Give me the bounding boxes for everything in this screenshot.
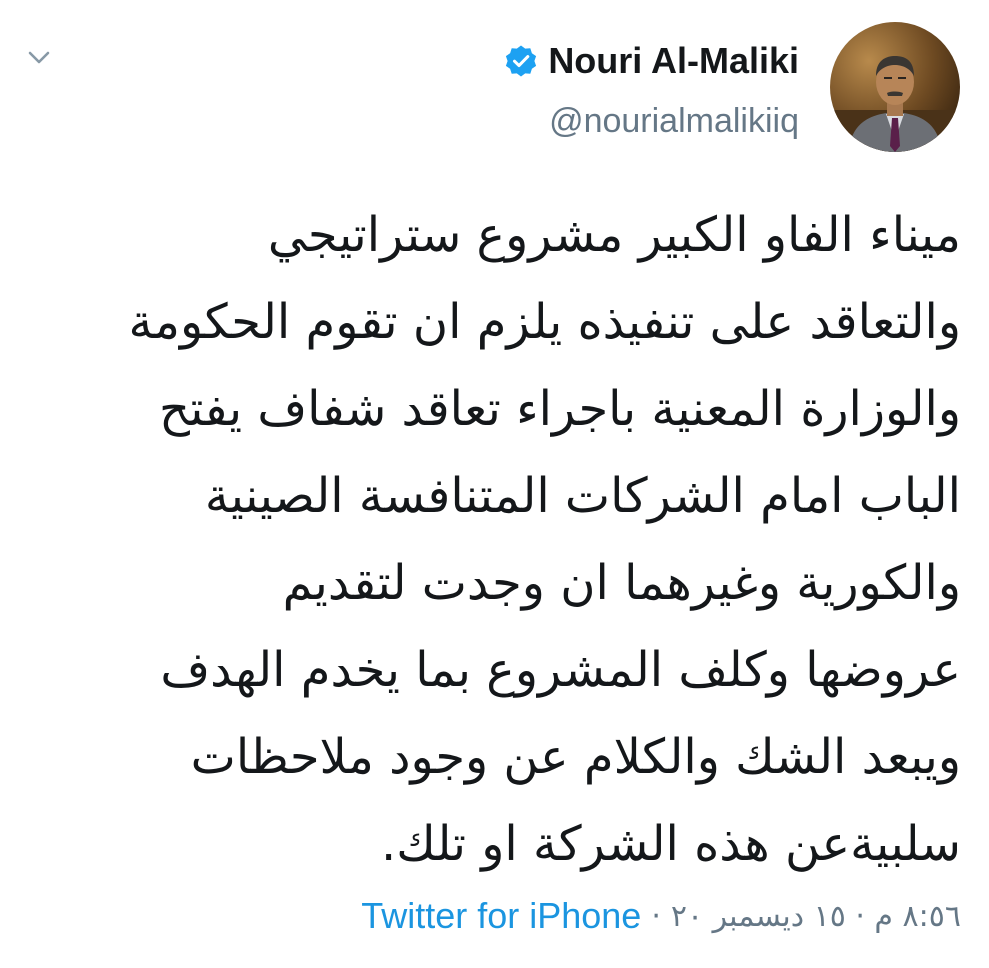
- tweet-line: ميناء الفاو الكبير مشروع ستراتيجي: [267, 207, 961, 263]
- name-row: Nouri Al-Maliki: [504, 36, 799, 86]
- tweet-line: الباب امام الشركات المتنافسة الصينية: [204, 468, 961, 524]
- tweet-line: ويبعد الشك والكلام عن وجود ملاحظات: [190, 729, 961, 785]
- chevron-down-icon[interactable]: [26, 44, 52, 70]
- display-name[interactable]: Nouri Al-Maliki: [548, 40, 799, 82]
- tweet-source-link[interactable]: Twitter for iPhone: [361, 895, 641, 937]
- tweet-author[interactable]: Nouri Al-Maliki @nourialmalikiiq: [504, 36, 799, 141]
- avatar[interactable]: [830, 22, 960, 152]
- meta-separator: ·: [651, 898, 661, 934]
- tweet-line: والوزارة المعنية باجراء تعاقد شفاف يفتح: [159, 381, 961, 437]
- tweet-timestamp[interactable]: ٨:٥٦ م · ١٥ ديسمبر ٢٠: [671, 899, 961, 934]
- tweet-line: سلبيةعن هذه الشركة او تلك.: [380, 816, 961, 872]
- tweet-meta: Twitter for iPhone · ٨:٥٦ م · ١٥ ديسمبر …: [361, 895, 961, 937]
- profile-photo-icon: [830, 22, 960, 152]
- verified-badge-icon: [506, 45, 537, 77]
- tweet-line: والكورية وغيرهما ان وجدت لتقديم: [282, 555, 961, 611]
- tweet-line: والتعاقد على تنفيذه يلزم ان تقوم الحكومة: [128, 294, 961, 350]
- tweet-text: ميناء الفاو الكبير مشروع ستراتيجي والتعا…: [28, 192, 961, 888]
- user-handle[interactable]: @nourialmalikiiq: [504, 102, 799, 141]
- tweet-line: عروضها وكلف المشروع بما يخدم الهدف: [160, 642, 961, 698]
